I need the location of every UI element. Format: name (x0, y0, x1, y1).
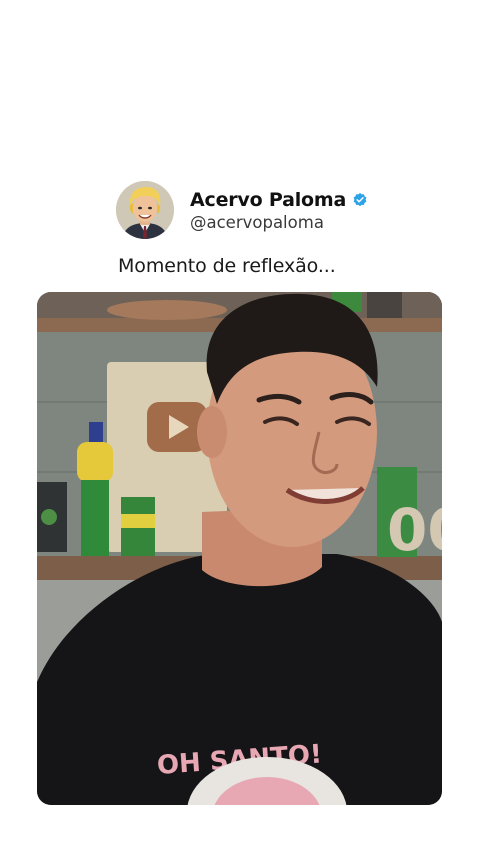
author-names: Acervo Paloma @acervopaloma (190, 188, 368, 232)
display-name[interactable]: Acervo Paloma (190, 189, 346, 211)
display-name-row: Acervo Paloma (190, 188, 368, 212)
verified-badge-icon (353, 193, 367, 207)
svg-text:00: 00 (387, 496, 442, 564)
tweet-card: Acervo Paloma @acervopaloma Momento de r… (0, 0, 480, 854)
tweet-video[interactable]: 00 OH SANTO! (37, 292, 442, 805)
avatar[interactable] (116, 181, 174, 239)
author-handle[interactable]: @acervopaloma (190, 213, 368, 232)
caricature-avatar-icon (116, 181, 174, 239)
video-frame: 00 OH SANTO! (37, 292, 442, 805)
tweet-header: Acervo Paloma @acervopaloma (116, 181, 368, 239)
tweet-text: Momento de reflexão... (118, 255, 336, 277)
